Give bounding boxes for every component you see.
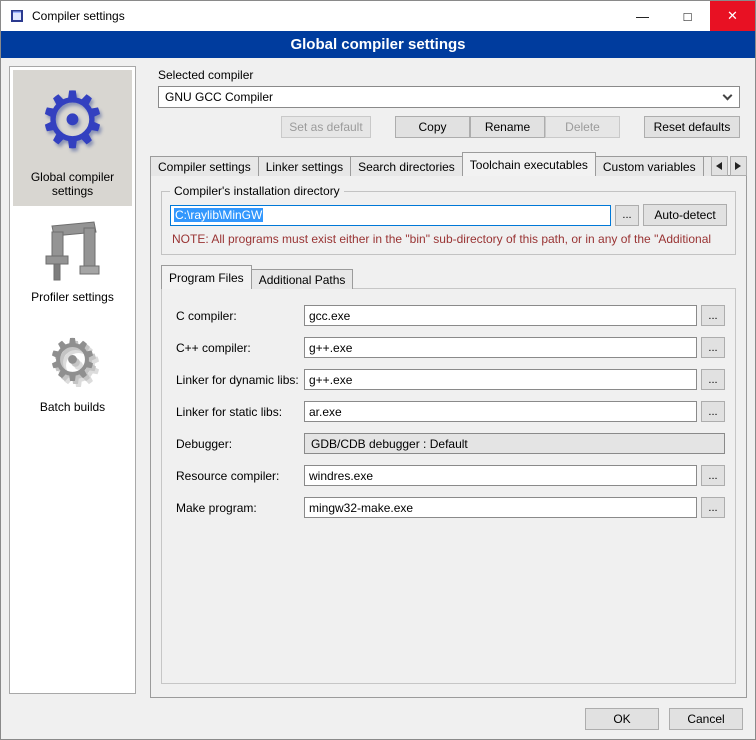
sidebar-item-label: Batch builds bbox=[40, 400, 105, 414]
sidebar-item-batch-builds[interactable]: ⚙ Batch builds bbox=[13, 322, 132, 422]
static-linker-input[interactable] bbox=[304, 401, 697, 422]
tab-additional-paths[interactable]: Additional Paths bbox=[251, 269, 354, 289]
installation-directory-input[interactable]: C:\raylib\MinGW bbox=[170, 205, 611, 226]
c-compiler-input[interactable] bbox=[304, 305, 697, 326]
cpp-compiler-label: C++ compiler: bbox=[176, 341, 304, 355]
tab-scroll-left-button[interactable] bbox=[711, 156, 728, 176]
reset-defaults-button[interactable]: Reset defaults bbox=[644, 116, 740, 138]
dynamic-linker-input[interactable] bbox=[304, 369, 697, 390]
tab-compiler-settings[interactable]: Compiler settings bbox=[150, 156, 259, 176]
tab-scroll-right-icon bbox=[735, 162, 741, 170]
installation-directory-browse-button[interactable]: ... bbox=[615, 205, 639, 226]
tab-scroll-left-icon bbox=[716, 162, 722, 170]
close-button[interactable]: ✕ bbox=[710, 1, 755, 31]
sidebar-item-profiler-settings[interactable]: Profiler settings bbox=[13, 216, 132, 312]
static-linker-browse-button[interactable]: ... bbox=[701, 401, 725, 422]
tab-search-directories[interactable]: Search directories bbox=[350, 156, 463, 176]
field-row-resource-compiler: Resource compiler: ... bbox=[176, 465, 725, 486]
resource-compiler-browse-button[interactable]: ... bbox=[701, 465, 725, 486]
settings-sidebar: ⚙ Global compiler settings Profiler sett… bbox=[9, 66, 136, 694]
maximize-button[interactable]: □ bbox=[665, 1, 710, 31]
bin-subdirectory-note: NOTE: All programs must exist either in … bbox=[172, 232, 725, 246]
resource-compiler-label: Resource compiler: bbox=[176, 469, 304, 483]
make-program-label: Make program: bbox=[176, 501, 304, 515]
debugger-value: GDB/CDB debugger : Default bbox=[311, 437, 468, 451]
sidebar-item-label: Global compiler settings bbox=[15, 170, 130, 198]
field-row-debugger: Debugger: GDB/CDB debugger : Default bbox=[176, 433, 725, 454]
app-icon bbox=[10, 9, 24, 23]
installation-directory-group: Compiler's installation directory C:\ray… bbox=[161, 184, 736, 255]
dynamic-linker-browse-button[interactable]: ... bbox=[701, 369, 725, 390]
cpp-compiler-browse-button[interactable]: ... bbox=[701, 337, 725, 358]
selected-compiler-label: Selected compiler bbox=[158, 68, 747, 82]
cpp-compiler-input[interactable] bbox=[304, 337, 697, 358]
cancel-button[interactable]: Cancel bbox=[669, 708, 743, 730]
make-program-browse-button[interactable]: ... bbox=[701, 497, 725, 518]
sidebar-item-global-compiler-settings[interactable]: ⚙ Global compiler settings bbox=[13, 70, 132, 206]
compiler-settings-window: Compiler settings — □ ✕ Global compiler … bbox=[0, 0, 756, 740]
debugger-select[interactable]: GDB/CDB debugger : Default bbox=[304, 433, 725, 454]
static-linker-label: Linker for static libs: bbox=[176, 405, 304, 419]
program-files-tab-strip: Program Files Additional Paths bbox=[161, 267, 746, 289]
c-compiler-label: C compiler: bbox=[176, 309, 304, 323]
installation-directory-row: C:\raylib\MinGW ... Auto-detect bbox=[170, 204, 727, 226]
program-files-panel: C compiler: ... C++ compiler: ... Linker… bbox=[161, 288, 736, 684]
tab-custom-variables[interactable]: Custom variables bbox=[595, 156, 704, 176]
field-row-make-program: Make program: ... bbox=[176, 497, 725, 518]
auto-detect-button[interactable]: Auto-detect bbox=[643, 204, 727, 226]
tab-scroll-controls bbox=[711, 156, 747, 176]
toolchain-executables-panel: Compiler's installation directory C:\ray… bbox=[150, 175, 747, 698]
dynamic-linker-label: Linker for dynamic libs: bbox=[176, 373, 304, 387]
gear-icon: ⚙ bbox=[38, 74, 108, 166]
selected-compiler-value: GNU GCC Compiler bbox=[165, 90, 273, 104]
settings-tab-strip: Compiler settings Linker settings Search… bbox=[150, 152, 747, 176]
minimize-button[interactable]: — bbox=[620, 1, 665, 31]
window-title: Compiler settings bbox=[32, 9, 620, 23]
copy-button[interactable]: Copy bbox=[395, 116, 470, 138]
tab-program-files[interactable]: Program Files bbox=[161, 265, 252, 289]
selected-compiler-dropdown[interactable]: GNU GCC Compiler bbox=[158, 86, 740, 108]
field-row-dynamic-linker: Linker for dynamic libs: ... bbox=[176, 369, 725, 390]
make-program-input[interactable] bbox=[304, 497, 697, 518]
profiler-tool-icon bbox=[44, 220, 102, 286]
sidebar-item-label: Profiler settings bbox=[31, 290, 114, 304]
ok-button[interactable]: OK bbox=[585, 708, 659, 730]
resource-compiler-input[interactable] bbox=[304, 465, 697, 486]
installation-directory-value: C:\raylib\MinGW bbox=[174, 208, 263, 222]
debugger-label: Debugger: bbox=[176, 437, 304, 451]
field-row-c-compiler: C compiler: ... bbox=[176, 305, 725, 326]
installation-directory-title: Compiler's installation directory bbox=[170, 184, 344, 198]
title-bar: Compiler settings — □ ✕ bbox=[1, 1, 755, 31]
dialog-body: ⚙ Global compiler settings Profiler sett… bbox=[1, 58, 755, 699]
delete-button[interactable]: Delete bbox=[545, 116, 620, 138]
main-panel: Selected compiler GNU GCC Compiler Set a… bbox=[146, 66, 747, 699]
c-compiler-browse-button[interactable]: ... bbox=[701, 305, 725, 326]
field-row-static-linker: Linker for static libs: ... bbox=[176, 401, 725, 422]
set-as-default-button[interactable]: Set as default bbox=[281, 116, 371, 138]
chevron-down-icon bbox=[723, 91, 733, 101]
tab-linker-settings[interactable]: Linker settings bbox=[258, 156, 351, 176]
dialog-header: Global compiler settings bbox=[1, 31, 755, 58]
tab-scroll-right-button[interactable] bbox=[730, 156, 747, 176]
dialog-footer: OK Cancel bbox=[1, 699, 755, 739]
tab-toolchain-executables[interactable]: Toolchain executables bbox=[462, 152, 596, 176]
gear-stack-icon: ⚙ bbox=[47, 326, 99, 396]
rename-button[interactable]: Rename bbox=[470, 116, 545, 138]
compiler-actions: Set as default Copy Rename Delete Reset … bbox=[146, 116, 740, 138]
field-row-cpp-compiler: C++ compiler: ... bbox=[176, 337, 725, 358]
